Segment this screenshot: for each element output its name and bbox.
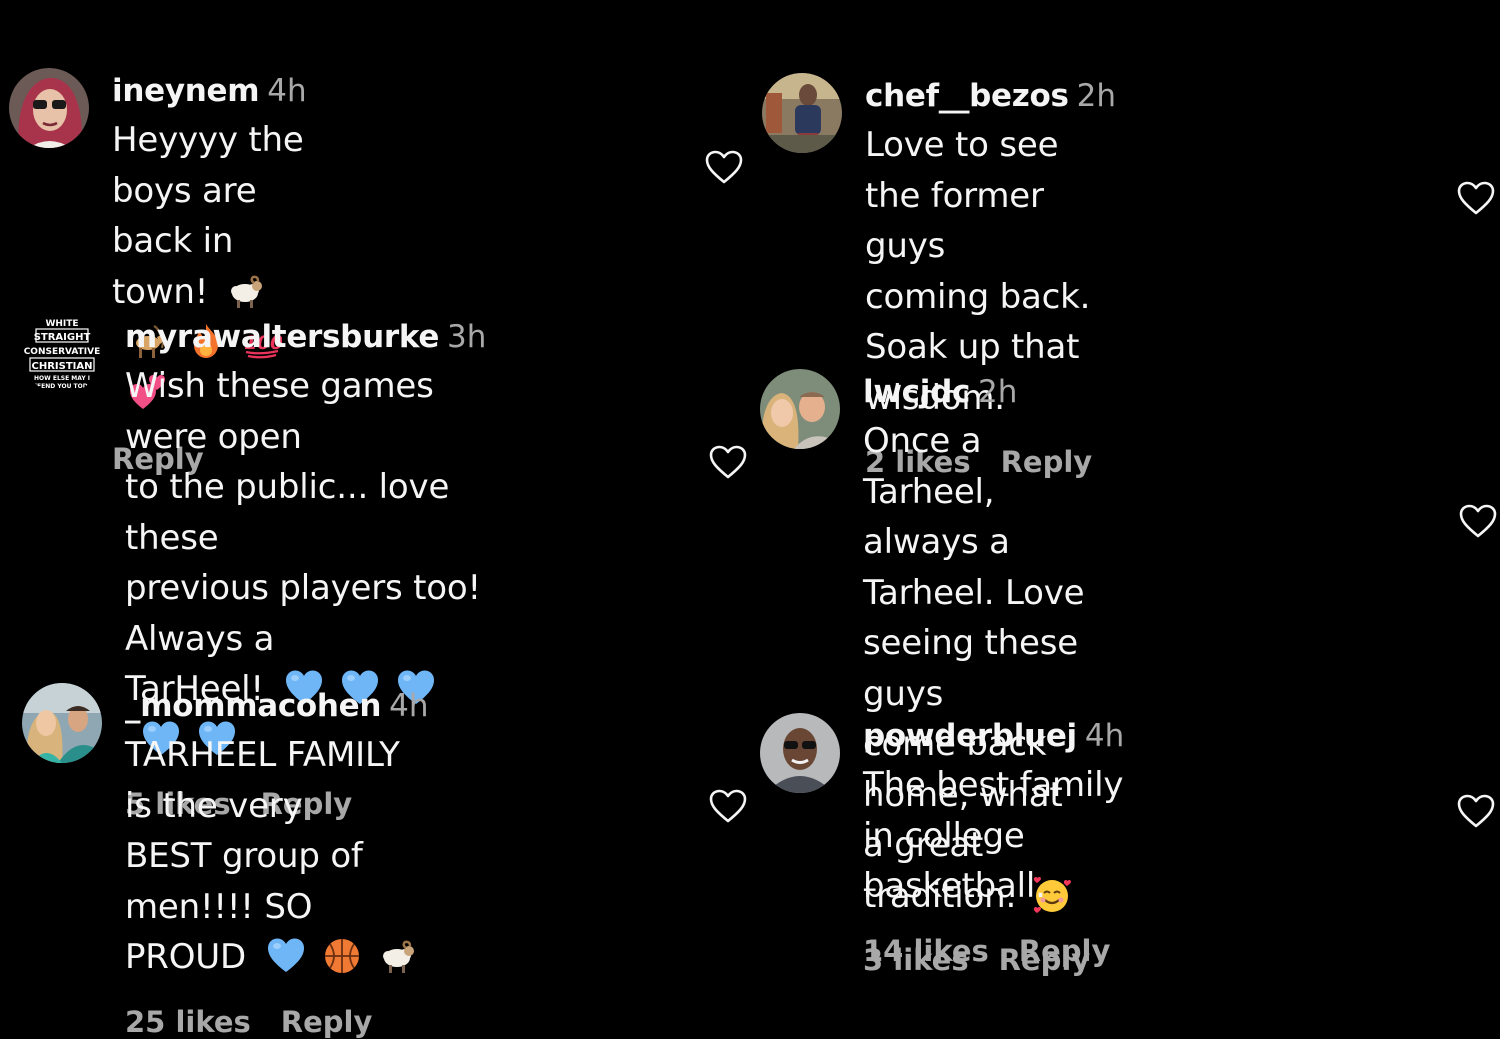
comment-actions: 25 likes Reply bbox=[125, 1005, 429, 1039]
username[interactable]: powderbluej bbox=[863, 718, 1077, 754]
username[interactable]: chef__bezos bbox=[865, 78, 1069, 114]
comment-line: Love to see the former guys bbox=[865, 125, 1059, 266]
username[interactable]: _mommacohen bbox=[125, 688, 381, 724]
comment-line-text: PROUD bbox=[125, 937, 246, 977]
light-blue-heart-emoji bbox=[266, 936, 306, 976]
avatar-text: OFFEND YOU TODAY bbox=[28, 383, 97, 390]
heart-outline-icon[interactable] bbox=[1458, 503, 1498, 539]
avatar-text: CONSERVATIVE bbox=[24, 347, 101, 357]
comment-text: The best family in college basketball. bbox=[863, 760, 1124, 912]
username[interactable]: lwcjdc bbox=[863, 374, 970, 410]
comment-line: BEST group of men!!!! SO bbox=[125, 836, 363, 927]
comment-line: Tarheel. Love seeing these guys bbox=[863, 572, 1085, 714]
comment-line-text: town! bbox=[112, 271, 209, 312]
ram-emoji bbox=[226, 271, 266, 311]
timestamp: 2h bbox=[1076, 78, 1117, 114]
heart-outline-icon[interactable] bbox=[704, 149, 744, 185]
comment-header: _mommacohen 4h bbox=[125, 686, 429, 726]
comment-line: basketball. bbox=[863, 866, 1046, 906]
avatar[interactable]: WHITE STRAIGHT CONSERVATIVE CHRISTIAN HO… bbox=[22, 314, 102, 394]
comment-line: previous players too! Always a bbox=[125, 568, 481, 659]
reply-button[interactable]: Reply bbox=[281, 1005, 373, 1039]
avatar[interactable] bbox=[22, 683, 102, 763]
heart-outline-icon[interactable] bbox=[708, 444, 748, 480]
avatar[interactable] bbox=[760, 369, 840, 449]
avatar[interactable] bbox=[760, 713, 840, 793]
avatar-text: STRAIGHT bbox=[34, 332, 91, 343]
timestamp: 4h bbox=[1084, 718, 1125, 754]
comment-actions: 14 likes Reply bbox=[863, 934, 1124, 968]
comment-line: to the public... love these bbox=[125, 467, 450, 558]
timestamp: 4h bbox=[389, 688, 429, 724]
heart-outline-icon[interactable] bbox=[1456, 793, 1496, 829]
username[interactable]: ineynem bbox=[112, 73, 260, 109]
comment-line: The best family in college bbox=[863, 765, 1124, 856]
heart-outline-icon[interactable] bbox=[1456, 180, 1496, 216]
timestamp: 3h bbox=[447, 319, 487, 355]
comment-line: PROUD bbox=[125, 932, 429, 983]
comment-line: Once a Tarheel, always a bbox=[863, 421, 1010, 562]
timestamp: 2h bbox=[978, 374, 1018, 410]
comment-header: chef__bezos 2h bbox=[865, 76, 1116, 116]
likes-count[interactable]: 25 likes bbox=[125, 1005, 251, 1039]
comment-header: lwcjdc 2h bbox=[863, 372, 1090, 412]
avatar-text: WHITE bbox=[45, 319, 78, 329]
timestamp: 4h bbox=[267, 73, 307, 109]
avatar[interactable] bbox=[762, 73, 842, 153]
comment-header: myrawaltersburke 3h bbox=[125, 317, 486, 357]
comment-line: coming back. Soak up that bbox=[865, 276, 1091, 368]
avatar-text: CHRISTIAN bbox=[32, 361, 93, 372]
avatar[interactable] bbox=[9, 68, 89, 148]
likes-count[interactable]: 14 likes bbox=[863, 934, 989, 968]
comment-text: TARHEEL FAMILY is the very BEST group of… bbox=[125, 730, 429, 983]
ram-emoji bbox=[378, 936, 418, 976]
username[interactable]: myrawaltersburke bbox=[125, 319, 439, 355]
reply-button[interactable]: Reply bbox=[1019, 934, 1111, 968]
comment-header: ineynem 4h bbox=[112, 71, 307, 111]
comment-header: powderbluej 4h bbox=[863, 716, 1124, 756]
comment-line: Heyyyy the boys are back in bbox=[112, 120, 304, 261]
heart-outline-icon[interactable] bbox=[708, 788, 748, 824]
comment-line: Wish these games were open bbox=[125, 366, 434, 457]
basketball-emoji bbox=[322, 936, 362, 976]
avatar-text: HOW ELSE MAY I bbox=[34, 375, 90, 382]
comment-line: TARHEEL FAMILY is the very bbox=[125, 735, 400, 826]
